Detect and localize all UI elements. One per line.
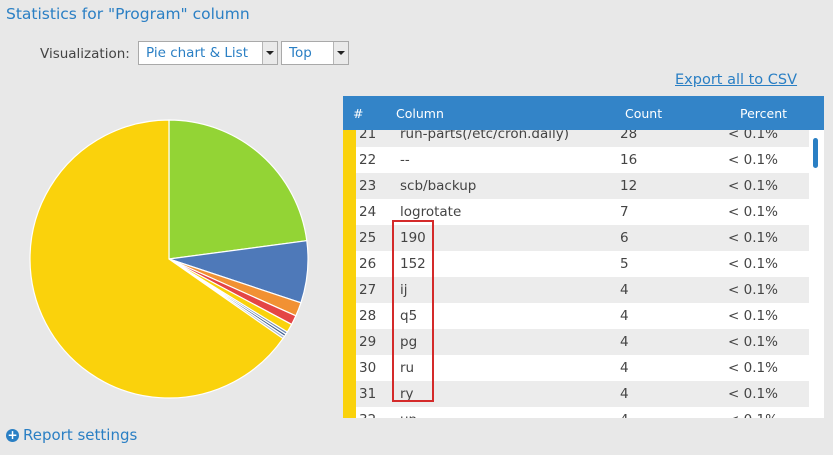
cell-percent: < 0.1%	[728, 386, 778, 402]
cell-num: 30	[359, 360, 377, 376]
table-row[interactable]: 22 -- 16 < 0.1%	[343, 147, 809, 173]
cell-num: 28	[359, 308, 377, 324]
row-color-marker	[343, 381, 356, 407]
cell-percent: < 0.1%	[728, 282, 778, 298]
header-percent: Percent	[740, 106, 788, 121]
visualization-label: Visualization:	[40, 46, 130, 62]
cell-count: 4	[620, 334, 629, 350]
scrollbar-thumb[interactable]	[813, 138, 818, 168]
row-color-marker	[343, 199, 356, 225]
top-select[interactable]: Top	[281, 41, 349, 65]
highlight-box	[392, 220, 434, 402]
report-settings-toggle[interactable]: + Report settings	[6, 426, 137, 444]
row-color-marker	[343, 251, 356, 277]
cell-percent: < 0.1%	[728, 308, 778, 324]
cell-percent: < 0.1%	[728, 412, 778, 418]
cell-count: 4	[620, 360, 629, 376]
row-color-marker	[343, 173, 356, 199]
table-row[interactable]: 23 scb/backup 12 < 0.1%	[343, 173, 809, 199]
cell-percent: < 0.1%	[728, 256, 778, 272]
visualization-type-value: Pie chart & List	[146, 45, 248, 61]
top-select-value: Top	[289, 45, 312, 61]
cell-num: 31	[359, 386, 377, 402]
row-color-marker	[343, 147, 356, 173]
plus-circle-icon: +	[6, 428, 19, 442]
page-title: Statistics for "Program" column	[6, 5, 250, 23]
cell-percent: < 0.1%	[728, 178, 778, 194]
cell-column: un	[400, 412, 417, 418]
cell-count: 4	[620, 282, 629, 298]
cell-num: 26	[359, 256, 377, 272]
cell-count: 4	[620, 412, 629, 418]
cell-count: 16	[620, 152, 638, 168]
cell-percent: < 0.1%	[728, 360, 778, 376]
table-row[interactable]: 21 run-parts(/etc/cron.daily) 28 < 0.1%	[343, 130, 809, 147]
header-count: Count	[625, 106, 663, 121]
table-scrollbar[interactable]	[809, 130, 824, 418]
cell-percent: < 0.1%	[728, 230, 778, 246]
cell-num: 23	[359, 178, 377, 194]
cell-count: 28	[620, 130, 638, 142]
export-csv-link[interactable]: Export all to CSV	[675, 72, 797, 88]
cell-percent: < 0.1%	[728, 152, 778, 168]
row-color-marker	[343, 303, 356, 329]
row-color-marker	[343, 407, 356, 418]
table-header: # Column Count Percent	[343, 96, 824, 130]
row-color-marker	[343, 130, 356, 147]
cell-num: 27	[359, 282, 377, 298]
cell-num: 25	[359, 230, 377, 246]
cell-num: 24	[359, 204, 377, 220]
pie-chart	[29, 119, 309, 399]
cell-percent: < 0.1%	[728, 334, 778, 350]
cell-percent: < 0.1%	[728, 130, 778, 142]
cell-count: 12	[620, 178, 638, 194]
cell-count: 7	[620, 204, 629, 220]
cell-num: 21	[359, 130, 377, 142]
row-color-marker	[343, 355, 356, 381]
cell-column: --	[400, 152, 410, 168]
header-num: #	[353, 106, 364, 121]
pie-slice[interactable]	[168, 119, 308, 260]
cell-count: 6	[620, 230, 629, 246]
chevron-down-icon	[333, 42, 348, 64]
cell-column: run-parts(/etc/cron.daily)	[400, 130, 570, 142]
row-color-marker	[343, 329, 356, 355]
chevron-down-icon	[262, 42, 277, 64]
cell-num: 22	[359, 152, 377, 168]
cell-num: 29	[359, 334, 377, 350]
cell-count: 4	[620, 386, 629, 402]
cell-column: logrotate	[400, 204, 462, 220]
visualization-type-select[interactable]: Pie chart & List	[138, 41, 278, 65]
cell-count: 5	[620, 256, 629, 272]
header-column: Column	[396, 106, 444, 121]
report-settings-label: Report settings	[23, 426, 138, 444]
cell-column: scb/backup	[400, 178, 477, 194]
cell-count: 4	[620, 308, 629, 324]
row-color-marker	[343, 225, 356, 251]
row-color-marker	[343, 277, 356, 303]
table-row[interactable]: 32 un 4 < 0.1%	[343, 407, 809, 418]
cell-num: 32	[359, 412, 376, 418]
cell-percent: < 0.1%	[728, 204, 778, 220]
